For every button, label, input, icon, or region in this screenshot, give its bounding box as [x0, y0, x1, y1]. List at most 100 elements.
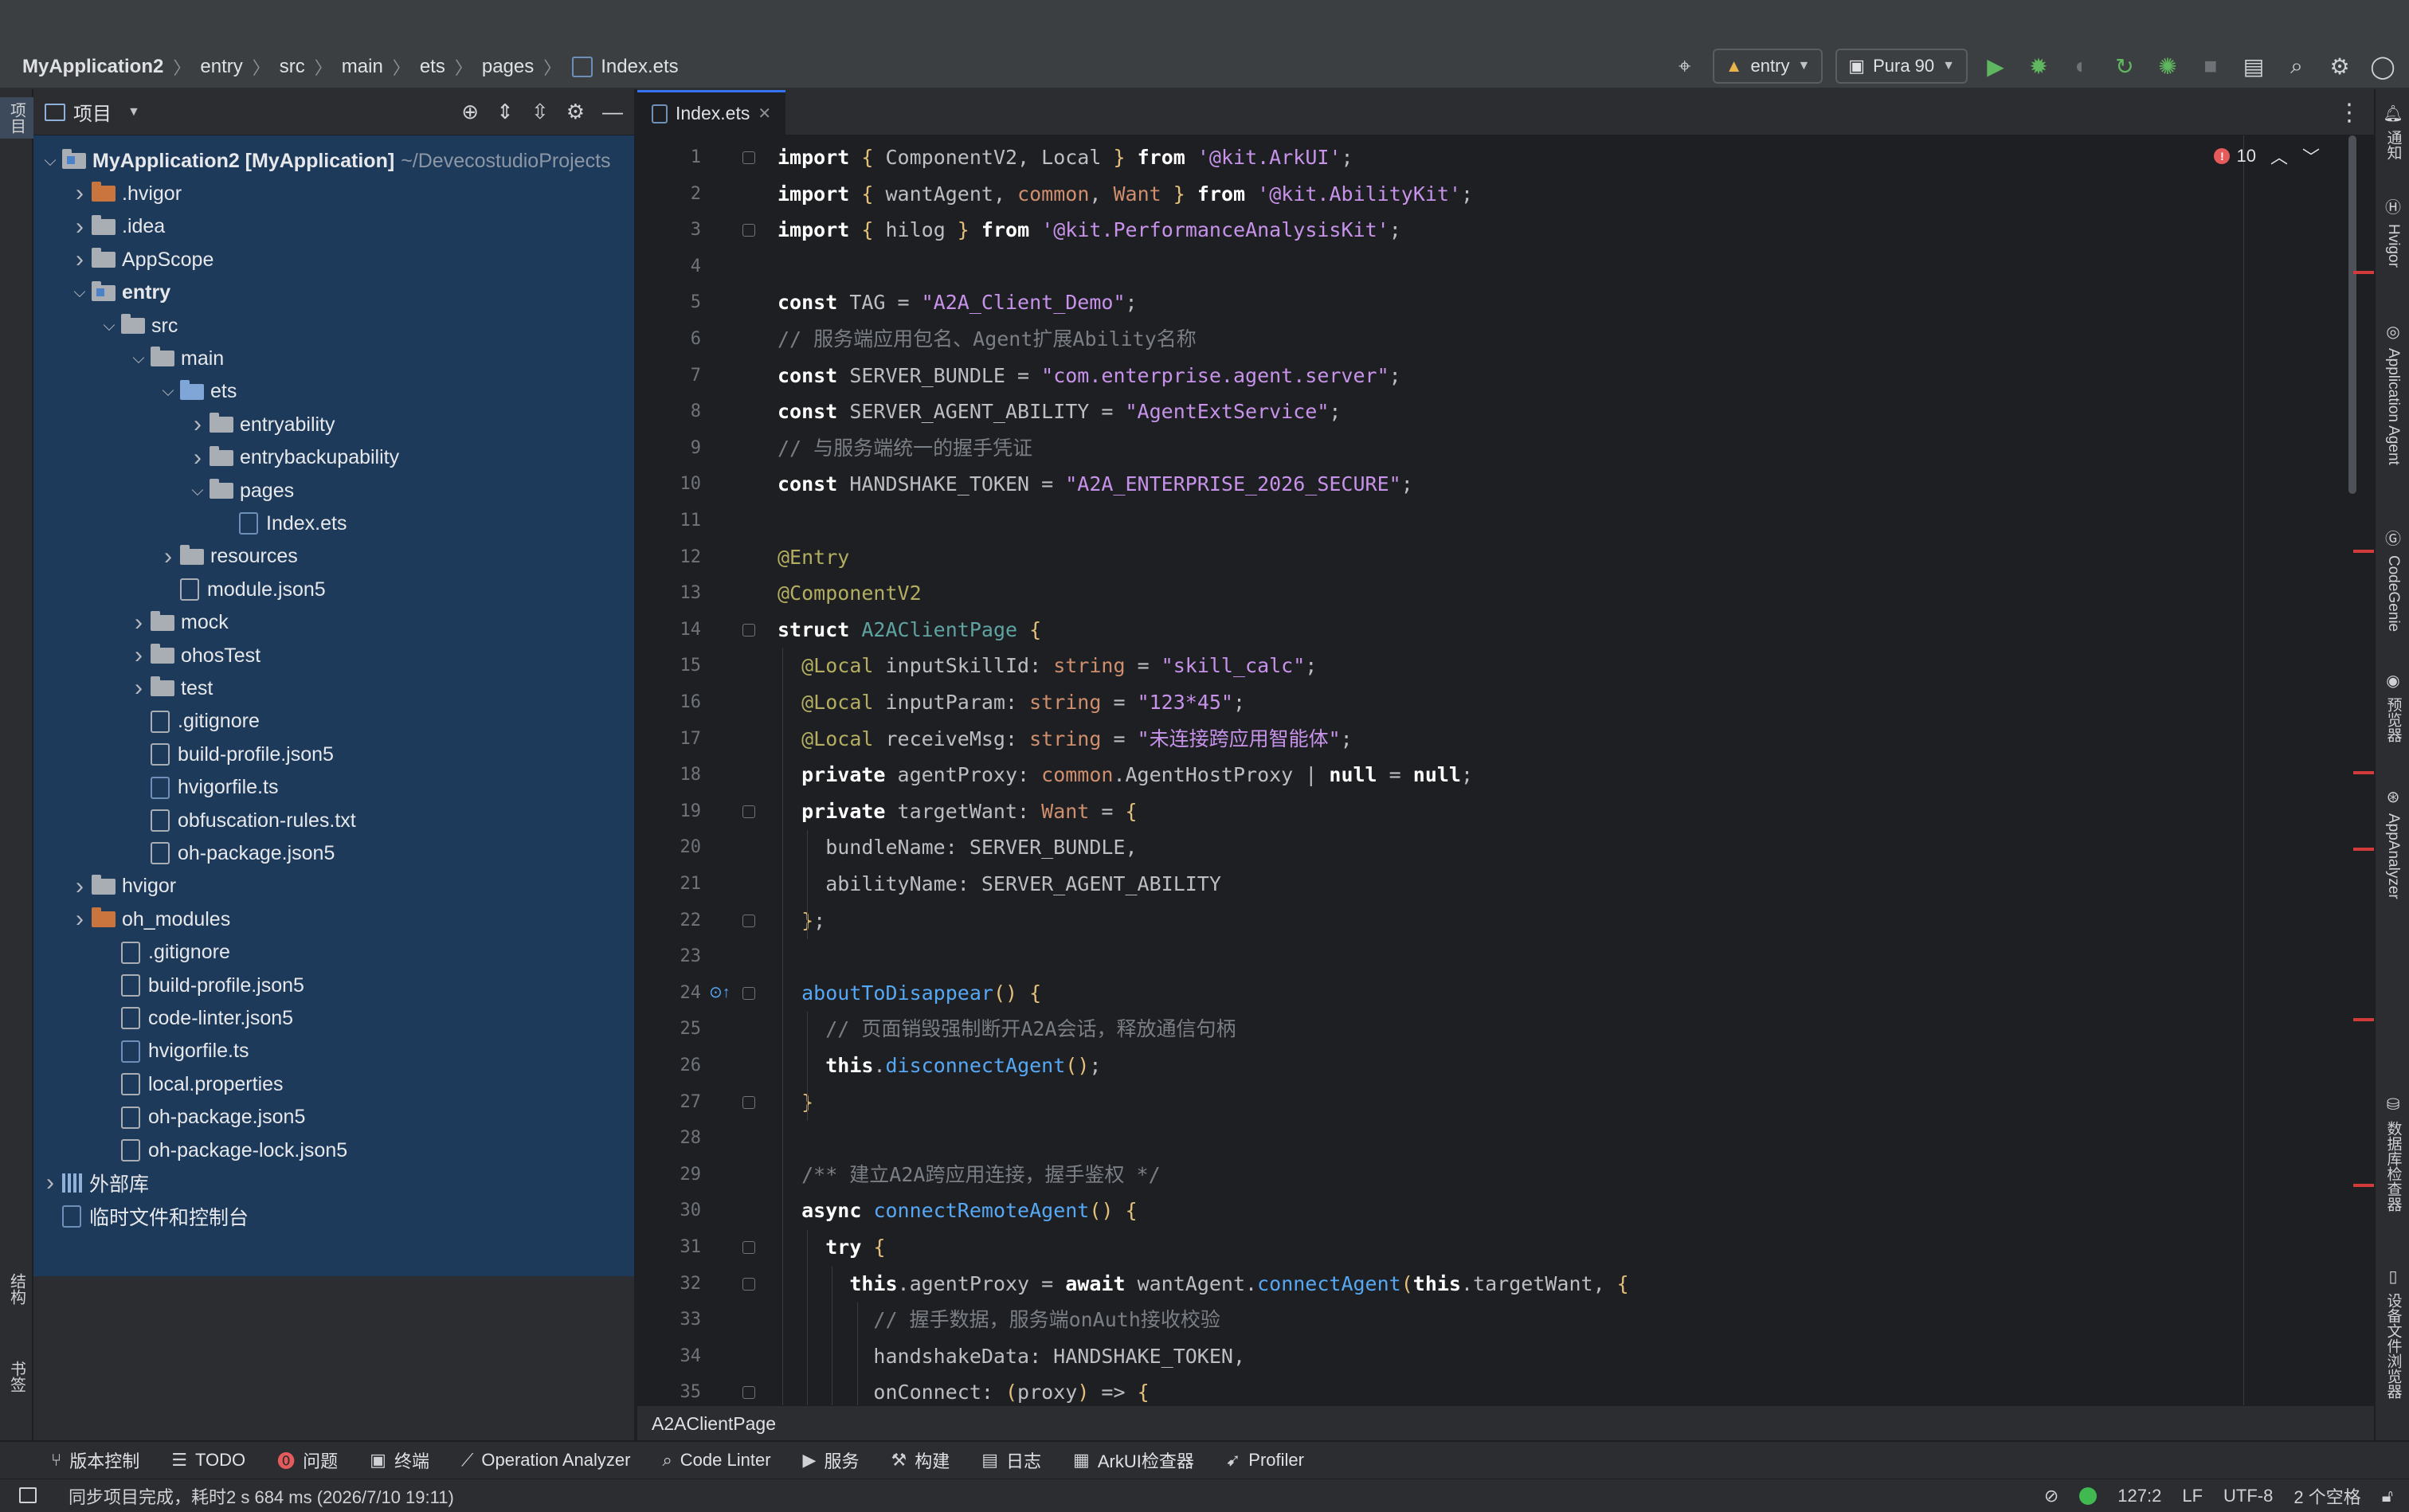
code-line[interactable]: private targetWant: Want = {: [778, 794, 1137, 829]
line-number[interactable]: 3: [637, 213, 701, 248]
line-ending[interactable]: LF: [2182, 1486, 2203, 1506]
line-number[interactable]: 1: [637, 140, 701, 175]
chevron-right-icon[interactable]: ›: [186, 411, 210, 438]
gear-icon[interactable]: ⚙: [566, 100, 585, 124]
code-line[interactable]: // 服务端应用包名、Agent扩展Ability名称: [778, 322, 1197, 357]
chevron-up-icon[interactable]: ︿: [2270, 143, 2288, 169]
tree-item[interactable]: ⌵ MyApplication2 [MyApplication] ~/Devecos…: [33, 145, 634, 177]
stop-icon[interactable]: ■: [2196, 51, 2226, 81]
close-icon[interactable]: ✕: [758, 104, 771, 123]
line-number[interactable]: 5: [637, 285, 701, 320]
tree-item[interactable]: ⌵ pages: [33, 475, 634, 507]
code-line[interactable]: import { wantAgent, common, Want } from …: [778, 177, 1473, 212]
line-number[interactable]: 33: [637, 1302, 702, 1338]
code-line[interactable]: const SERVER_BUNDLE = "com.enterprise.ag…: [778, 358, 1401, 394]
inspection-widget[interactable]: ! 10 ︿ ﹀: [2214, 143, 2320, 169]
breadcrumb-ets[interactable]: ets: [417, 56, 449, 78]
code-line[interactable]: try {: [778, 1230, 885, 1265]
tool-window-log[interactable]: ▤ 日志: [981, 1447, 1041, 1473]
tree-item[interactable]: › AppScope: [33, 244, 634, 276]
code-line[interactable]: @ComponentV2: [778, 576, 922, 611]
tree-item[interactable]: › entryability: [33, 409, 634, 441]
chevron-right-icon[interactable]: ›: [68, 873, 92, 900]
error-marker[interactable]: [2353, 1018, 2374, 1021]
status-ok-icon[interactable]: [2079, 1487, 2098, 1505]
code-line[interactable]: bundleName: SERVER_BUNDLE,: [778, 830, 1137, 865]
rerun-icon[interactable]: ↻: [2109, 51, 2140, 81]
code-line[interactable]: };: [778, 903, 825, 938]
tab-notifications[interactable]: 🔔︎ 通知: [2379, 104, 2407, 160]
tab-application-agent[interactable]: ◎ Application Agent: [2379, 322, 2407, 465]
chevron-right-icon[interactable]: ›: [68, 906, 92, 933]
line-number[interactable]: 18: [637, 758, 702, 793]
line-number[interactable]: 2: [637, 177, 701, 212]
tool-window-services[interactable]: ▶ 服务: [803, 1447, 860, 1473]
line-number[interactable]: 12: [637, 540, 702, 575]
line-number[interactable]: 10: [637, 467, 702, 502]
chevron-down-icon[interactable]: ﹀: [2302, 143, 2320, 169]
tool-window-list[interactable]: ☰ TODO: [171, 1450, 245, 1471]
line-number[interactable]: 8: [637, 394, 701, 429]
breadcrumb-project[interactable]: MyApplication2: [19, 56, 166, 78]
fold-toggle-icon[interactable]: [742, 914, 755, 927]
tree-item[interactable]: Index.ets: [33, 507, 634, 539]
tree-item[interactable]: › oh_modules: [33, 903, 634, 935]
breadcrumb-file[interactable]: Index.ets: [597, 56, 681, 78]
error-marker[interactable]: [2353, 848, 2374, 851]
tab-hvigor[interactable]: Ⓗ Hvigor: [2379, 194, 2407, 268]
tree-item[interactable]: ⌵ src: [33, 310, 634, 342]
chevron-down-icon[interactable]: ⌵: [68, 284, 92, 302]
tree-item[interactable]: .gitignore: [33, 937, 634, 969]
line-number[interactable]: 29: [637, 1158, 702, 1193]
file-encoding[interactable]: UTF-8: [2223, 1486, 2273, 1506]
tree-item[interactable]: ⌵ main: [33, 343, 634, 374]
tab-codegenie[interactable]: Ⓖ CodeGenie: [2379, 526, 2407, 632]
fold-toggle-icon[interactable]: [742, 151, 755, 164]
chevron-right-icon[interactable]: ›: [127, 642, 151, 669]
fold-toggle-icon[interactable]: [742, 805, 755, 818]
line-number[interactable]: 6: [637, 322, 701, 357]
project-view-selector[interactable]: 项目 ▼: [45, 98, 140, 126]
code-text[interactable]: import { ComponentV2, Local } from '@kit…: [778, 135, 2374, 1405]
code-line[interactable]: // 握手数据，服务端onAuth接收校验: [778, 1302, 1220, 1338]
tab-structure[interactable]: 结构: [0, 1268, 33, 1310]
tree-item[interactable]: hvigorfile.ts: [33, 772, 634, 804]
tree-item[interactable]: › 外部库: [33, 1167, 634, 1199]
tree-item[interactable]: 临时文件和控制台: [33, 1201, 634, 1232]
tab-index-ets[interactable]: Index.ets ✕: [637, 90, 786, 135]
breadcrumb-src[interactable]: src: [276, 56, 308, 78]
chevron-right-icon[interactable]: ›: [68, 213, 92, 241]
code-line[interactable]: struct A2AClientPage {: [778, 613, 1041, 648]
line-number[interactable]: 20: [637, 830, 702, 865]
line-number[interactable]: 13: [637, 576, 702, 611]
chevron-right-icon[interactable]: ›: [156, 543, 180, 570]
line-number[interactable]: 26: [637, 1048, 702, 1083]
vertical-scrollbar[interactable]: [2348, 135, 2356, 494]
tool-window-terminal[interactable]: ▣ 终端: [370, 1447, 429, 1473]
tool-window-linter[interactable]: ⌕ Code Linter: [662, 1450, 770, 1471]
tool-window-profiler[interactable]: ➹ Profiler: [1226, 1450, 1304, 1471]
error-marker[interactable]: [2353, 771, 2374, 774]
code-line[interactable]: const TAG = "A2A_Client_Demo";: [778, 285, 1138, 320]
collapse-all-icon[interactable]: ⇳: [531, 100, 549, 124]
scope-breadcrumb[interactable]: A2AClientPage: [637, 1405, 2374, 1440]
expand-all-icon[interactable]: ⇕: [496, 100, 514, 124]
chevron-right-icon[interactable]: ›: [68, 246, 92, 273]
status-message[interactable]: 同步项目完成，耗时2 s 684 ms (2026/7/10 19:11): [69, 1483, 454, 1509]
fold-toggle-icon[interactable]: [742, 623, 755, 637]
tree-item[interactable]: oh-package-lock.json5: [33, 1134, 634, 1166]
code-line[interactable]: const SERVER_AGENT_ABILITY = "AgentExtSe…: [778, 394, 1341, 429]
tool-window-inspector[interactable]: ▦ ArkUI检查器: [1073, 1447, 1194, 1473]
code-line[interactable]: // 与服务端统一的握手凭证: [778, 431, 1032, 466]
tree-item[interactable]: obfuscation-rules.txt: [33, 805, 634, 836]
module-select[interactable]: ▲ entry ▼: [1712, 49, 1823, 84]
more-vertical-icon[interactable]: ⋮: [2337, 99, 2361, 127]
chevron-right-icon[interactable]: ›: [186, 445, 210, 472]
code-line[interactable]: onConnect: (proxy) => {: [778, 1375, 1149, 1405]
code-line[interactable]: import { hilog } from '@kit.PerformanceA…: [778, 213, 1401, 248]
code-line[interactable]: abilityName: SERVER_AGENT_ABILITY: [778, 867, 1221, 902]
line-number[interactable]: 24: [637, 976, 702, 1011]
line-number[interactable]: 25: [637, 1012, 702, 1047]
code-line[interactable]: this.agentProxy = await wantAgent.connec…: [778, 1267, 1628, 1302]
code-line[interactable]: async connectRemoteAgent() {: [778, 1193, 1138, 1228]
